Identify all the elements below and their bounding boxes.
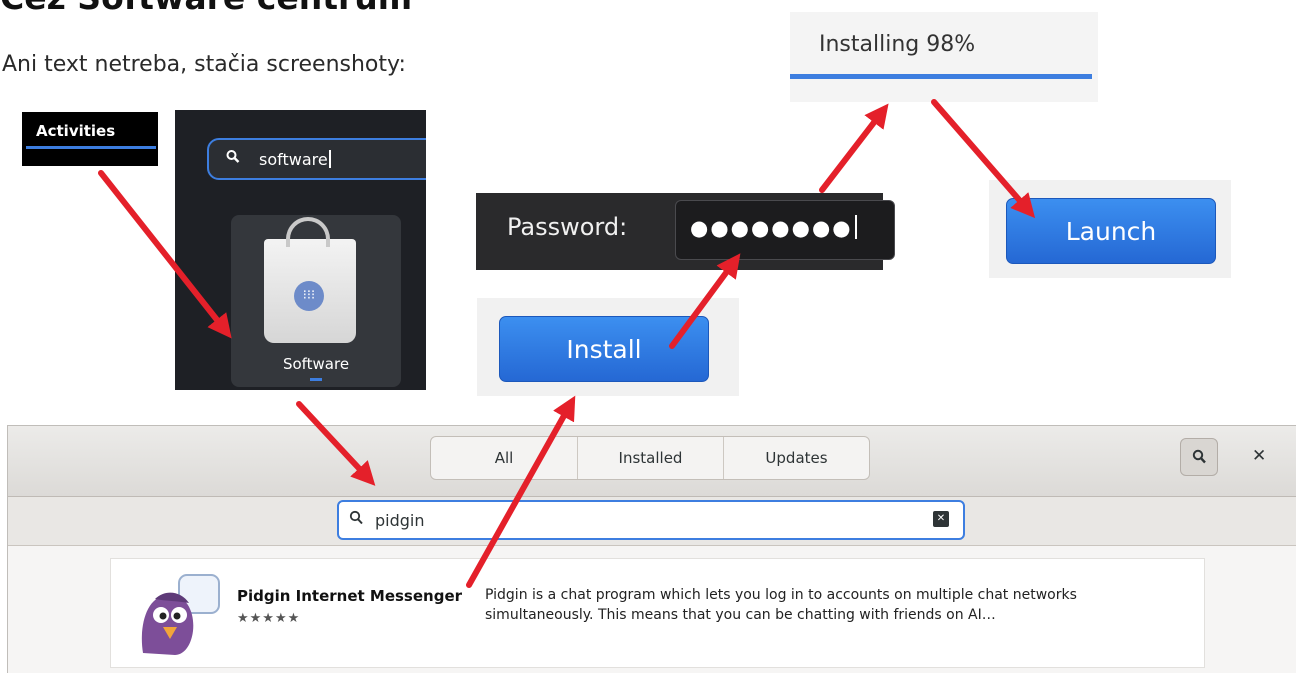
arrow-password-to-installing (819, 103, 889, 193)
annotation-arrows (98, 99, 1036, 588)
arrow-activities-to-software (98, 170, 232, 339)
arrow-installing-to-launch (931, 99, 1036, 219)
arrow-software-to-search (296, 401, 376, 486)
arrow-install-to-password (669, 253, 741, 349)
arrow-result-to-install (466, 395, 576, 588)
